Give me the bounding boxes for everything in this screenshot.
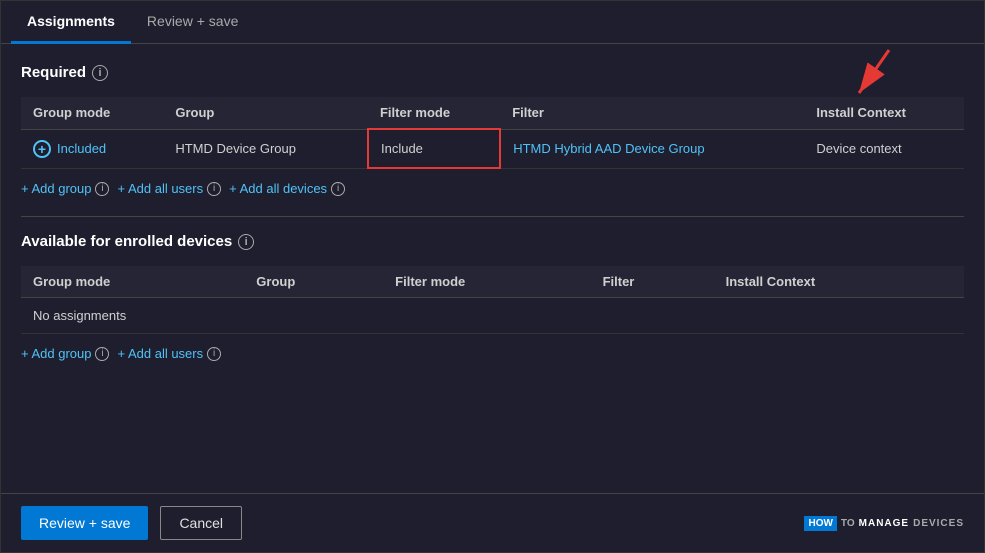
cancel-button[interactable]: Cancel: [160, 506, 242, 540]
required-table-header: Group mode Group Filter mode Filter Inst…: [21, 97, 964, 129]
watermark-manage: MANAGE: [859, 518, 909, 529]
filter-link[interactable]: HTMD Hybrid AAD Device Group: [513, 141, 704, 156]
cell-install-context: Device context: [804, 129, 964, 168]
main-container: Assignments Review + save Required i: [0, 0, 985, 553]
cell-group: HTMD Device Group: [163, 129, 368, 168]
add-all-users-link[interactable]: + Add all users: [117, 181, 203, 196]
cell-group-mode: + Included: [21, 129, 163, 168]
avail-col-group: Group: [244, 266, 383, 298]
col-filter: Filter: [500, 97, 804, 129]
watermark-how: HOW: [804, 516, 836, 531]
avail-add-group-link[interactable]: + Add group: [21, 346, 91, 361]
available-add-links: + Add group i + Add all users i: [21, 334, 964, 373]
watermark: HOW TO MANAGE DEVICES: [804, 515, 964, 531]
col-group: Group: [163, 97, 368, 129]
required-title: Required i: [21, 64, 964, 81]
add-all-devices-link[interactable]: + Add all devices: [229, 181, 327, 196]
add-all-devices-info-icon[interactable]: i: [331, 182, 345, 196]
available-table-header: Group mode Group Filter mode Filter Inst…: [21, 266, 964, 298]
add-group-info-icon[interactable]: i: [95, 182, 109, 196]
cell-filter-mode: Include: [368, 129, 500, 168]
table-row: + Included HTMD Device Group Include HTM…: [21, 129, 964, 168]
col-group-mode: Group mode: [21, 97, 163, 129]
required-table-wrapper: Group mode Group Filter mode Filter Inst…: [21, 97, 964, 169]
footer-buttons: Review + save Cancel: [21, 506, 242, 540]
avail-col-filter: Filter: [591, 266, 714, 298]
add-all-users-info-icon[interactable]: i: [207, 182, 221, 196]
col-filter-mode: Filter mode: [368, 97, 500, 129]
available-info-icon[interactable]: i: [238, 234, 254, 250]
avail-add-all-users-info-icon[interactable]: i: [207, 347, 221, 361]
col-install-context: Install Context: [804, 97, 964, 129]
avail-col-install-context: Install Context: [714, 266, 964, 298]
watermark-to: TO: [841, 518, 855, 529]
tab-review-save[interactable]: Review + save: [131, 1, 254, 44]
tab-bar: Assignments Review + save: [1, 1, 984, 44]
no-assignments-row: No assignments: [21, 298, 964, 334]
circle-plus-icon: +: [33, 140, 51, 158]
watermark-devices: DEVICES: [913, 518, 964, 529]
available-table: Group mode Group Filter mode Filter Inst…: [21, 266, 964, 334]
avail-col-filter-mode: Filter mode: [383, 266, 590, 298]
required-section: Required i: [21, 64, 964, 208]
avail-add-group-info-icon[interactable]: i: [95, 347, 109, 361]
available-section: Available for enrolled devices i Group m…: [21, 233, 964, 373]
add-group-link[interactable]: + Add group: [21, 181, 91, 196]
no-assignments-text: No assignments: [21, 298, 964, 334]
cell-filter: HTMD Hybrid AAD Device Group: [500, 129, 804, 168]
tab-assignments[interactable]: Assignments: [11, 1, 131, 44]
section-divider: [21, 216, 964, 217]
avail-col-group-mode: Group mode: [21, 266, 244, 298]
avail-add-all-users-link[interactable]: + Add all users: [117, 346, 203, 361]
required-add-links: + Add group i + Add all users i + Add al…: [21, 169, 964, 208]
main-content: Required i: [1, 44, 984, 493]
required-info-icon[interactable]: i: [92, 65, 108, 81]
available-title: Available for enrolled devices i: [21, 233, 964, 250]
required-table: Group mode Group Filter mode Filter Inst…: [21, 97, 964, 169]
review-save-button[interactable]: Review + save: [21, 506, 148, 540]
included-badge: + Included: [33, 140, 151, 158]
footer: Review + save Cancel HOW TO MANAGE DEVIC…: [1, 493, 984, 552]
